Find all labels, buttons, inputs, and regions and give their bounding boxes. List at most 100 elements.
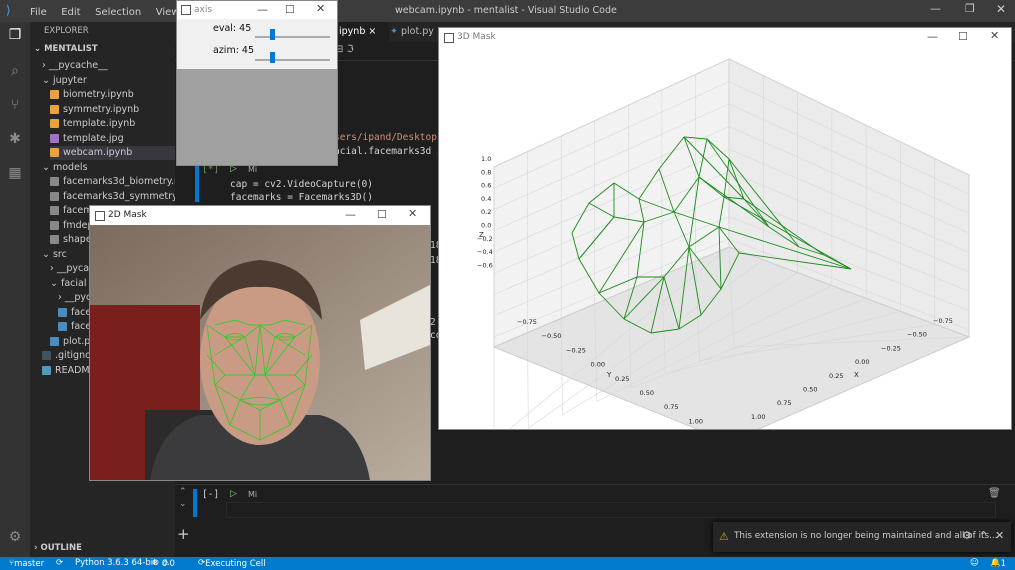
- mask2d-title: 2D Mask: [108, 210, 147, 220]
- extensions-icon[interactable]: ▦: [6, 164, 24, 182]
- chevron-right-icon: ›: [50, 263, 57, 274]
- chevron-down-icon: ⌄: [42, 161, 53, 173]
- axis-minimize-icon[interactable]: —: [257, 3, 268, 16]
- tree-folder[interactable]: ⌄ jupyter: [42, 74, 87, 88]
- y-tick-label: 1.00: [689, 417, 703, 425]
- restore-icon[interactable]: ❐: [965, 2, 975, 15]
- z-tick-label: 0.8: [481, 168, 491, 176]
- bottom-cell-bar: [193, 489, 197, 517]
- notification-close-icon[interactable]: ✕: [995, 529, 1004, 542]
- executing-label: Executing Cell: [205, 559, 266, 569]
- tree-file[interactable]: symmetry.ipynb: [50, 103, 139, 117]
- source-control-icon[interactable]: ⑂: [6, 96, 24, 114]
- x-tick-label: 0.00: [855, 358, 869, 366]
- errors-count: 0: [161, 559, 168, 569]
- eval-slider-thumb[interactable]: [270, 29, 275, 40]
- python-interpreter[interactable]: Python 3.6.3 64-bit: [75, 558, 156, 568]
- azim-slider-track[interactable]: [255, 59, 330, 61]
- eval-slider-track[interactable]: [255, 36, 330, 38]
- menu-selection[interactable]: Selection: [95, 7, 141, 18]
- azim-slider-thumb[interactable]: [270, 52, 275, 63]
- tree-file[interactable]: biometry.ipynb: [50, 88, 134, 102]
- chevron-down-icon: ⌄: [42, 248, 53, 260]
- tree-item-label: facial: [60, 277, 87, 289]
- branch-status[interactable]: ⑂ master: [9, 558, 44, 569]
- axis-maximize-icon[interactable]: ☐: [285, 3, 295, 16]
- tree-folder[interactable]: ⌄ src: [42, 248, 67, 262]
- mask3d-minimize-icon[interactable]: —: [927, 30, 938, 43]
- settings-gear-icon[interactable]: ⚙: [6, 528, 24, 546]
- x-tick-label: −0.75: [933, 317, 953, 325]
- close-icon[interactable]: ✕: [996, 2, 1006, 16]
- menu-file[interactable]: File: [30, 7, 47, 18]
- collapse-up-icon[interactable]: ⌃: [179, 487, 187, 497]
- collapse-down-icon[interactable]: ⌄: [179, 499, 187, 509]
- outline-section[interactable]: › OUTLINE: [34, 543, 82, 553]
- nb-file-icon: [50, 90, 59, 99]
- mask2d-maximize-icon[interactable]: ☐: [377, 208, 387, 221]
- mask2d-window: 2D Mask — ☐ ✕: [89, 205, 431, 481]
- azim-label: azim: 45: [213, 45, 255, 56]
- nb-file-icon: [50, 104, 59, 114]
- z-axis-label: Z: [479, 231, 484, 239]
- npy-file-icon: [50, 235, 59, 244]
- cell-code-line-1: cap = cv2.VideoCapture(0): [230, 179, 373, 190]
- mask2d-minimize-icon[interactable]: —: [345, 208, 356, 221]
- root-folder[interactable]: ⌄ MENTALIST: [34, 44, 98, 54]
- mask3d-window: 3D Mask — ☐ ✕ 1.0 0.8 0.6 0.4 0.2 0.0 −0.2 −0.4…: [438, 27, 1012, 430]
- minimize-icon[interactable]: —: [930, 2, 941, 15]
- z-tick-label: 1.0: [481, 155, 491, 163]
- y-tick-label: 0.75: [664, 403, 678, 411]
- notifications-bell[interactable]: 🔔 1: [990, 558, 1006, 569]
- z-ticks: 1.00.80.60.40.20.0−0.2−0.4−0.6: [477, 155, 493, 269]
- executing-status: ⟳ Executing Cell: [198, 558, 266, 569]
- chevron-right-icon: ›: [42, 60, 49, 71]
- expand-icon[interactable]: ⌃: [979, 529, 988, 542]
- notification-gear-icon[interactable]: ⚙: [962, 529, 972, 542]
- tree-folder[interactable]: ⌄ facial: [50, 277, 86, 291]
- tree-item-label: template.ipynb: [63, 118, 136, 129]
- npy-file-icon: [50, 177, 59, 186]
- tab-plot-label: plot.py: [401, 26, 434, 37]
- tree-file[interactable]: facemarks3d_biometry.npy: [50, 175, 192, 189]
- mask3d-titlebar: 3D Mask — ☐ ✕: [439, 28, 1011, 47]
- tab-close-icon[interactable]: ×: [368, 26, 376, 37]
- variables-icon[interactable]: ℑ: [347, 44, 354, 55]
- nb-file-icon: [50, 119, 59, 128]
- root-folder-label: MENTALIST: [44, 44, 98, 54]
- tree-file[interactable]: template.jpg: [50, 132, 124, 146]
- sync-icon[interactable]: ⟳: [56, 558, 63, 568]
- tree-folder[interactable]: › __pycac: [50, 262, 94, 276]
- cell-language: Mi: [248, 165, 258, 174]
- tree-file[interactable]: template.ipynb: [50, 117, 135, 131]
- axis-close-icon[interactable]: ✕: [316, 2, 325, 15]
- search-icon[interactable]: ⌕: [6, 62, 24, 80]
- py-file-icon: [58, 307, 67, 317]
- app-icon: [444, 33, 454, 43]
- tab-webcam-label: ipynb: [339, 26, 366, 37]
- bell-count: 1: [1000, 559, 1007, 569]
- chevron-down-icon: ⌄: [50, 277, 61, 289]
- window-title: webcam.ipynb - mentalist - Visual Studio…: [395, 5, 617, 16]
- delete-cell-icon[interactable]: 🗑: [988, 488, 1001, 499]
- bottom-run-icon[interactable]: ▷: [230, 489, 237, 499]
- mask3d-close-icon[interactable]: ✕: [990, 29, 999, 42]
- tree-folder[interactable]: ⌄ models: [42, 161, 88, 175]
- y-axis-label: Y: [606, 371, 612, 379]
- explorer-icon[interactable]: ❐: [6, 26, 24, 44]
- y-tick-label: 0.00: [591, 361, 605, 369]
- tree-file[interactable]: webcam.ipynb: [50, 146, 175, 160]
- bottom-cell-input[interactable]: [226, 502, 996, 518]
- debug-icon[interactable]: ✱: [6, 130, 24, 148]
- mask2d-close-icon[interactable]: ✕: [408, 207, 417, 220]
- tab-webcam[interactable]: ipynb ×: [335, 22, 389, 42]
- menu-edit[interactable]: Edit: [61, 7, 80, 18]
- add-cell-button[interactable]: +: [177, 525, 190, 543]
- activity-bar: ❐ ⌕ ⑂ ✱ ▦ ⚙: [0, 22, 30, 557]
- mask3d-maximize-icon[interactable]: ☐: [958, 30, 968, 43]
- tree-item-label: webcam.ipynb: [63, 147, 133, 158]
- tree-folder[interactable]: › __pycache__: [42, 59, 108, 73]
- y-tick-label: 0.50: [640, 389, 654, 397]
- problems-status[interactable]: ⊗ 0 ⚠ 0: [152, 558, 175, 569]
- feedback-icon[interactable]: ☺: [970, 558, 979, 568]
